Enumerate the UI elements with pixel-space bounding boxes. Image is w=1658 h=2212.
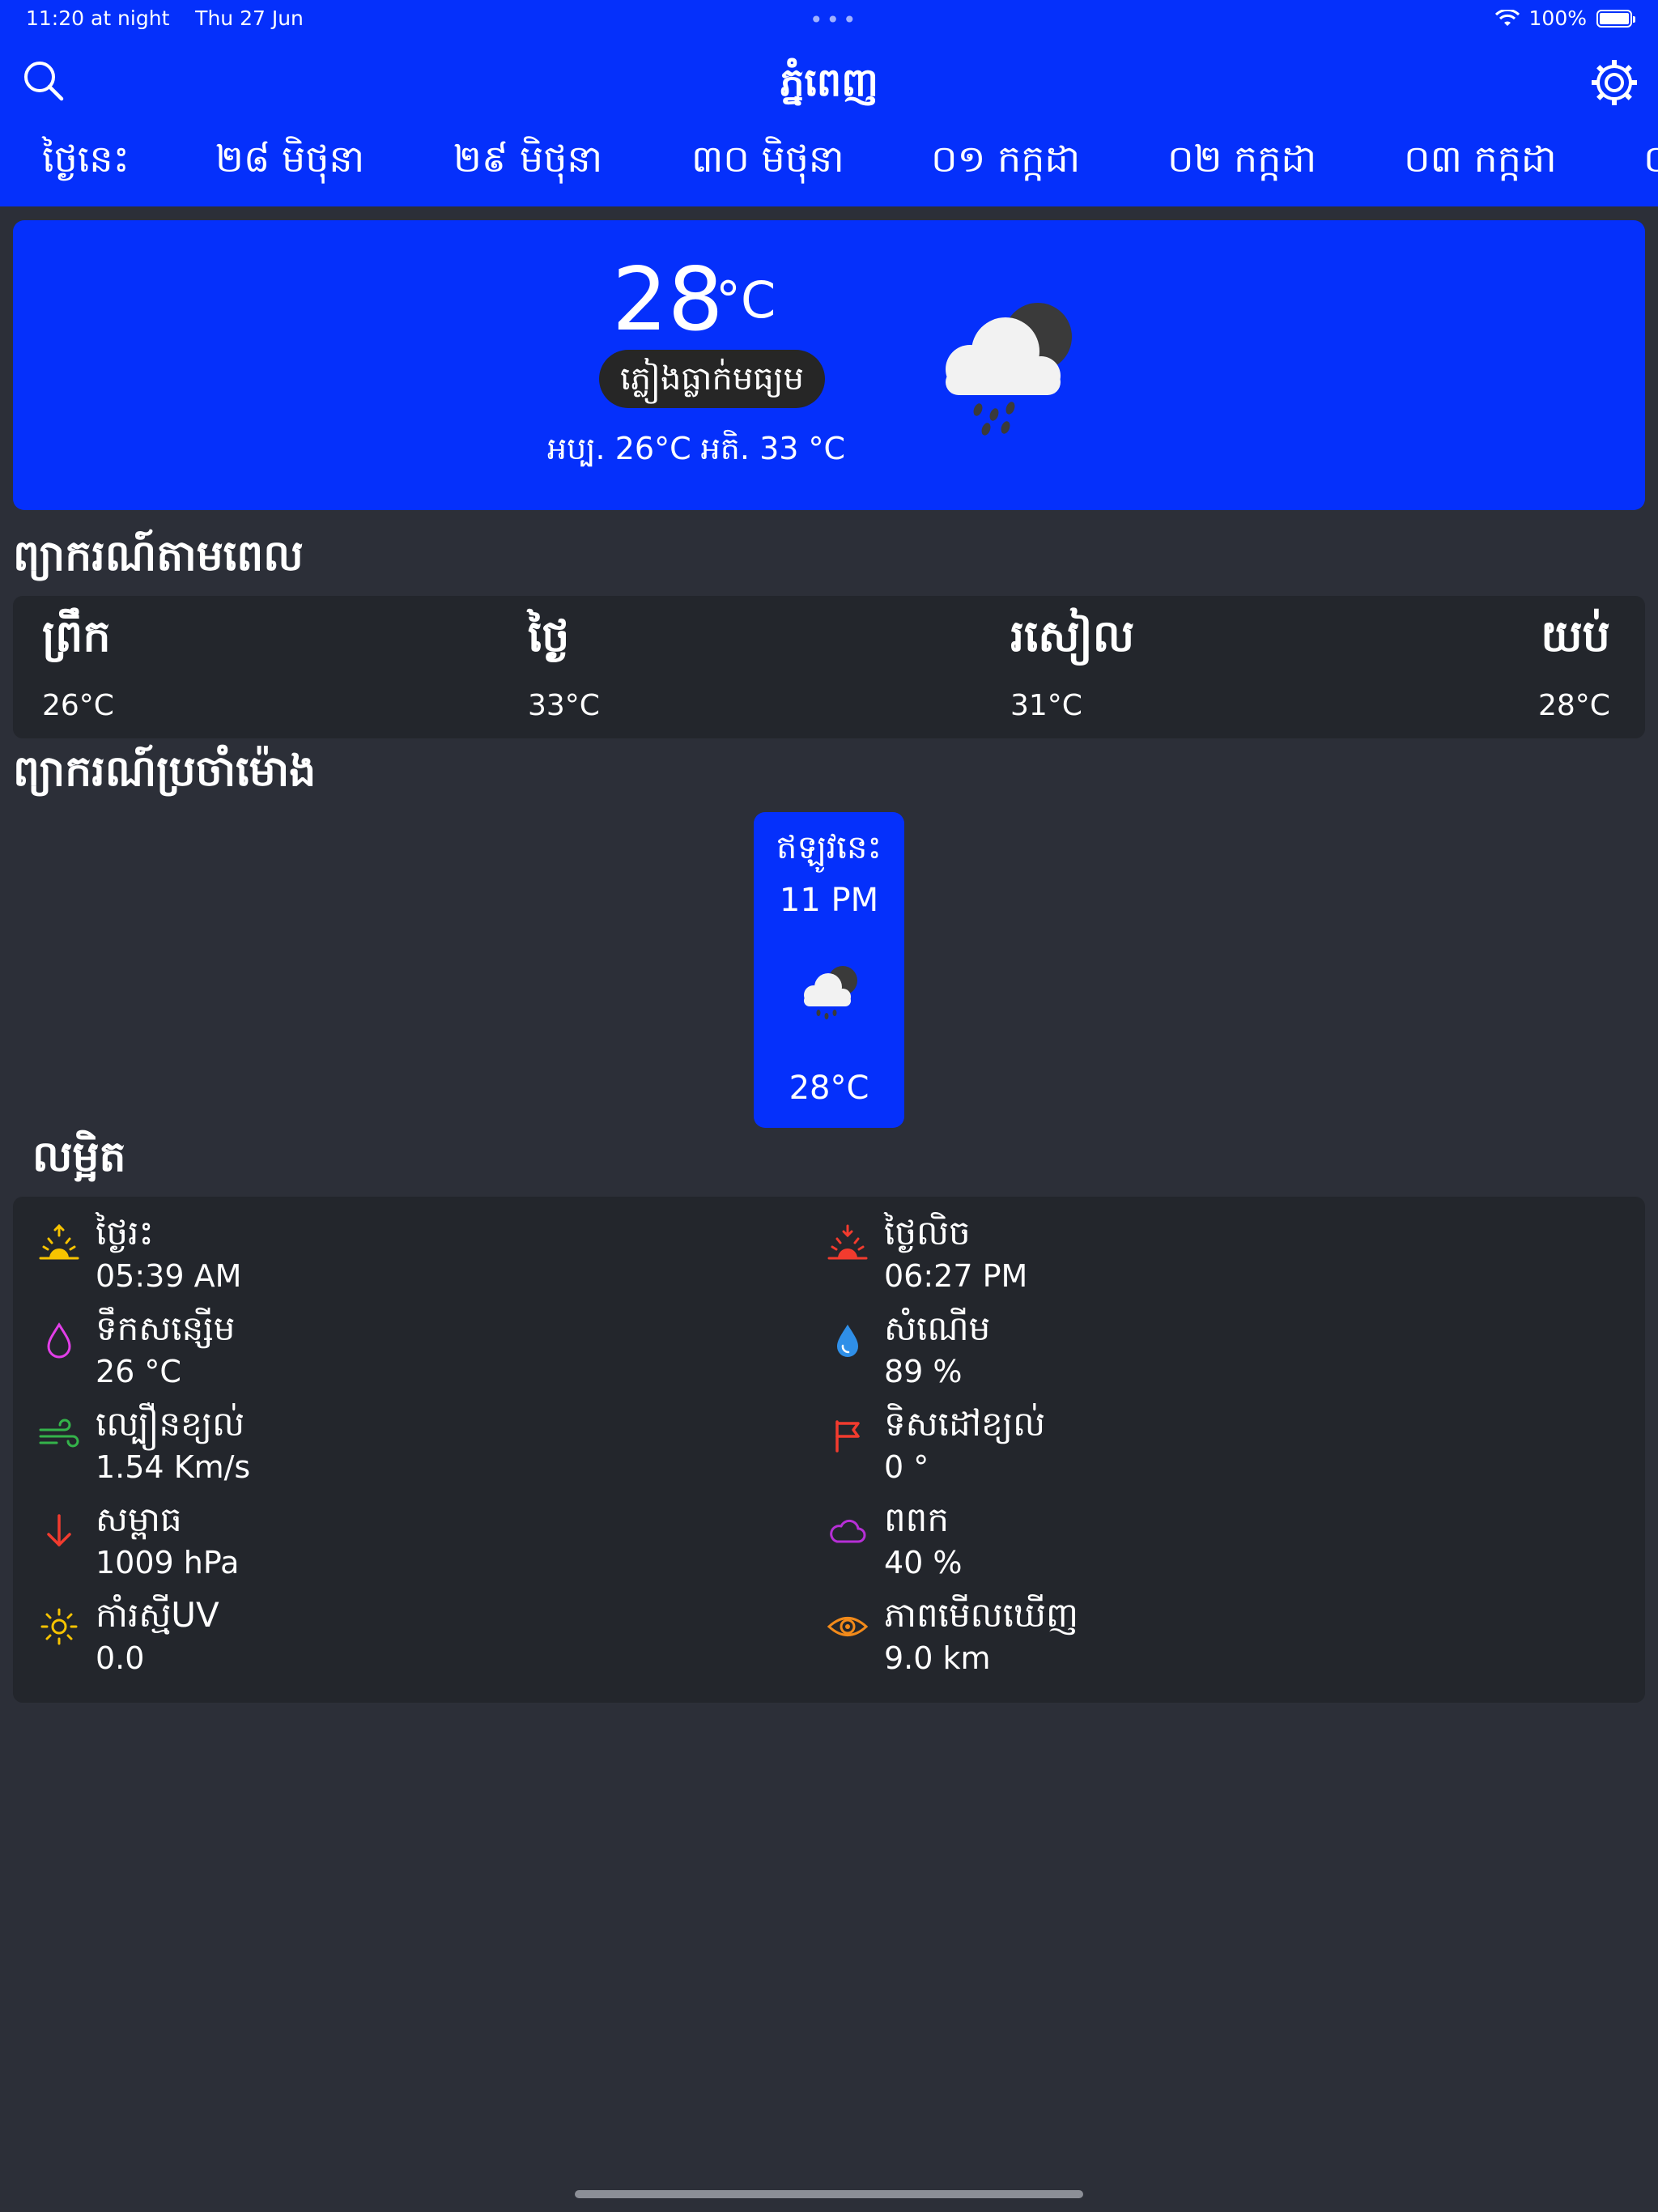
current-temperature-unit: °C [716, 270, 776, 330]
current-weather-card: 28 °C ភ្លៀងធ្លាក់មធ្យម អប្ប. 26°C អតិ. 3… [13, 220, 1645, 510]
period-day: ថ្ងៃ 33°C [528, 609, 600, 722]
detail-dew-point: ទឹកសន្សើម 26 °C [26, 1307, 755, 1402]
city-title: ភ្នំពេញ [780, 60, 878, 105]
flag-icon [835, 1420, 860, 1453]
period-temp: 31°C [1010, 689, 1082, 722]
tab-day-04[interactable]: ០៤ កក្កដា [1643, 136, 1658, 190]
period-name: ថ្ងៃ [528, 610, 570, 661]
cloud-icon [830, 1519, 866, 1543]
hourly-section-title: ព្យាករណ៍ប្រចាំម៉ោង [13, 747, 317, 796]
detail-value: 40 % [884, 1545, 963, 1580]
dew-drop-icon [47, 1322, 71, 1359]
detail-value: 1.54 Km/s [96, 1449, 251, 1485]
tab-day-28[interactable]: ២៨ មិថុនា [215, 136, 364, 190]
battery-icon [1596, 9, 1635, 28]
tab-day-01[interactable]: ០១ កក្កដា [931, 136, 1080, 190]
detail-value: 06:27 PM [884, 1258, 1028, 1294]
detail-label: ភាពមើលឃើញ [884, 1595, 1078, 1635]
detail-sunrise: ថ្ងៃរះ 05:39 AM [26, 1211, 755, 1307]
hourly-time: 11 PM [779, 882, 879, 919]
detail-clouds: ពពក 40 % [814, 1498, 1543, 1593]
detail-pressure: សម្ពាធ 1009 hPa [26, 1498, 755, 1593]
status-indicators: 100% [1494, 6, 1635, 30]
detail-label: ថ្ងៃរះ [96, 1213, 154, 1253]
detail-label: ទិសដៅខ្យល់ [884, 1404, 1046, 1444]
tab-day-02[interactable]: ០២ កក្កដា [1167, 136, 1316, 190]
cloud-moon-rain-icon [804, 966, 857, 1019]
hourly-card-now[interactable]: ឥឡូវនេះ 11 PM 28°C [754, 812, 904, 1128]
detail-label: ល្បឿនខ្យល់ [96, 1404, 245, 1444]
sunrise-icon [39, 1223, 79, 1260]
gear-icon[interactable] [1588, 57, 1640, 108]
home-indicator[interactable] [575, 2190, 1083, 2198]
detail-wind-speed: ល្បឿនខ្យល់ 1.54 Km/s [26, 1402, 755, 1498]
tab-day-03[interactable]: ០៣ កក្កដា [1404, 136, 1557, 190]
detail-wind-direction: ទិសដៅខ្យល់ 0 ° [814, 1402, 1543, 1498]
cloud-moon-rain-icon [946, 303, 1072, 436]
tab-today[interactable]: ថ្ងៃនេះ [42, 136, 130, 190]
current-temperature: 28 [612, 249, 724, 351]
detail-label: ពពក [884, 1499, 949, 1539]
detail-label: សំណើម [884, 1308, 991, 1348]
status-date: Thu 27 Jun [195, 6, 304, 30]
day-tabs: ថ្ងៃនេះ ២៨ មិថុនា ២៩ មិថុនា ៣០ មិថុនា ០១… [0, 136, 1658, 193]
status-time: 11:20 at night Thu 27 Jun [26, 6, 304, 30]
sunset-icon [827, 1224, 868, 1260]
period-temp: 28°C [1538, 689, 1610, 722]
humidity-drop-icon [837, 1325, 858, 1357]
detail-humidity: សំណើម 89 % [814, 1307, 1543, 1402]
period-temp: 26°C [42, 689, 114, 722]
period-afternoon: រសៀល 31°C [1010, 609, 1134, 722]
detail-value: 89 % [884, 1354, 963, 1389]
period-name: រសៀល [1010, 610, 1135, 661]
current-min-max: អប្ប. 26°C អតិ. 33 °C [547, 431, 846, 466]
wifi-icon [1494, 9, 1520, 26]
detail-label: កាំរស្មីUV [96, 1595, 219, 1635]
period-morning: ព្រឹក 26°C [42, 609, 114, 722]
multitasking-dots-icon[interactable]: ••• [810, 6, 860, 33]
sun-icon [40, 1608, 78, 1645]
detail-sunset: ថ្ងៃលិច 06:27 PM [814, 1211, 1543, 1307]
detail-label: ថ្ងៃលិច [884, 1213, 971, 1253]
period-forecast-panel: ព្រឹក 26°C ថ្ងៃ 33°C រសៀល 31°C យប់ 28°C [13, 596, 1645, 738]
tab-day-29[interactable]: ២៩ មិថុនា [453, 136, 602, 190]
current-condition-badge: ភ្លៀងធ្លាក់មធ្យម [599, 350, 825, 408]
tab-day-30[interactable]: ៣០ មិថុនា [691, 136, 844, 190]
wind-icon [39, 1419, 79, 1448]
eye-icon [827, 1617, 869, 1636]
period-name: ព្រឹក [42, 610, 111, 661]
detail-value: 26 °C [96, 1354, 181, 1389]
detail-label: ទឹកសន្សើម [96, 1308, 236, 1348]
detail-value: 0.0 [96, 1640, 145, 1676]
periods-section-title: ព្យាករណ៍តាមពេល [13, 532, 304, 581]
detail-value: 9.0 km [884, 1640, 991, 1676]
battery-percent: 100% [1528, 6, 1587, 30]
details-panel: ថ្ងៃរះ 05:39 AM ថ្ងៃលិច 06:27 PM ទឹកសន្ស… [13, 1197, 1645, 1703]
details-section-title: លម្អិត [32, 1133, 126, 1181]
period-temp: 33°C [528, 689, 600, 722]
detail-value: 05:39 AM [96, 1258, 242, 1294]
period-name: យប់ [1541, 610, 1610, 661]
period-night: យប់ 28°C [1538, 609, 1610, 722]
detail-visibility: ភាពមើលឃើញ 9.0 km [814, 1593, 1543, 1689]
hourly-label: ឥឡូវនេះ [776, 829, 882, 866]
arrow-down-icon [47, 1514, 71, 1546]
status-clock: 11:20 at night [26, 6, 170, 30]
hourly-temp: 28°C [789, 1070, 869, 1107]
app-header: 11:20 at night Thu 27 Jun ••• 100% ភ្នំព… [0, 0, 1658, 206]
detail-uv-index: កាំរស្មីUV 0.0 [26, 1593, 755, 1689]
detail-value: 1009 hPa [96, 1545, 240, 1580]
detail-label: សម្ពាធ [96, 1499, 182, 1539]
detail-value: 0 ° [884, 1449, 929, 1485]
